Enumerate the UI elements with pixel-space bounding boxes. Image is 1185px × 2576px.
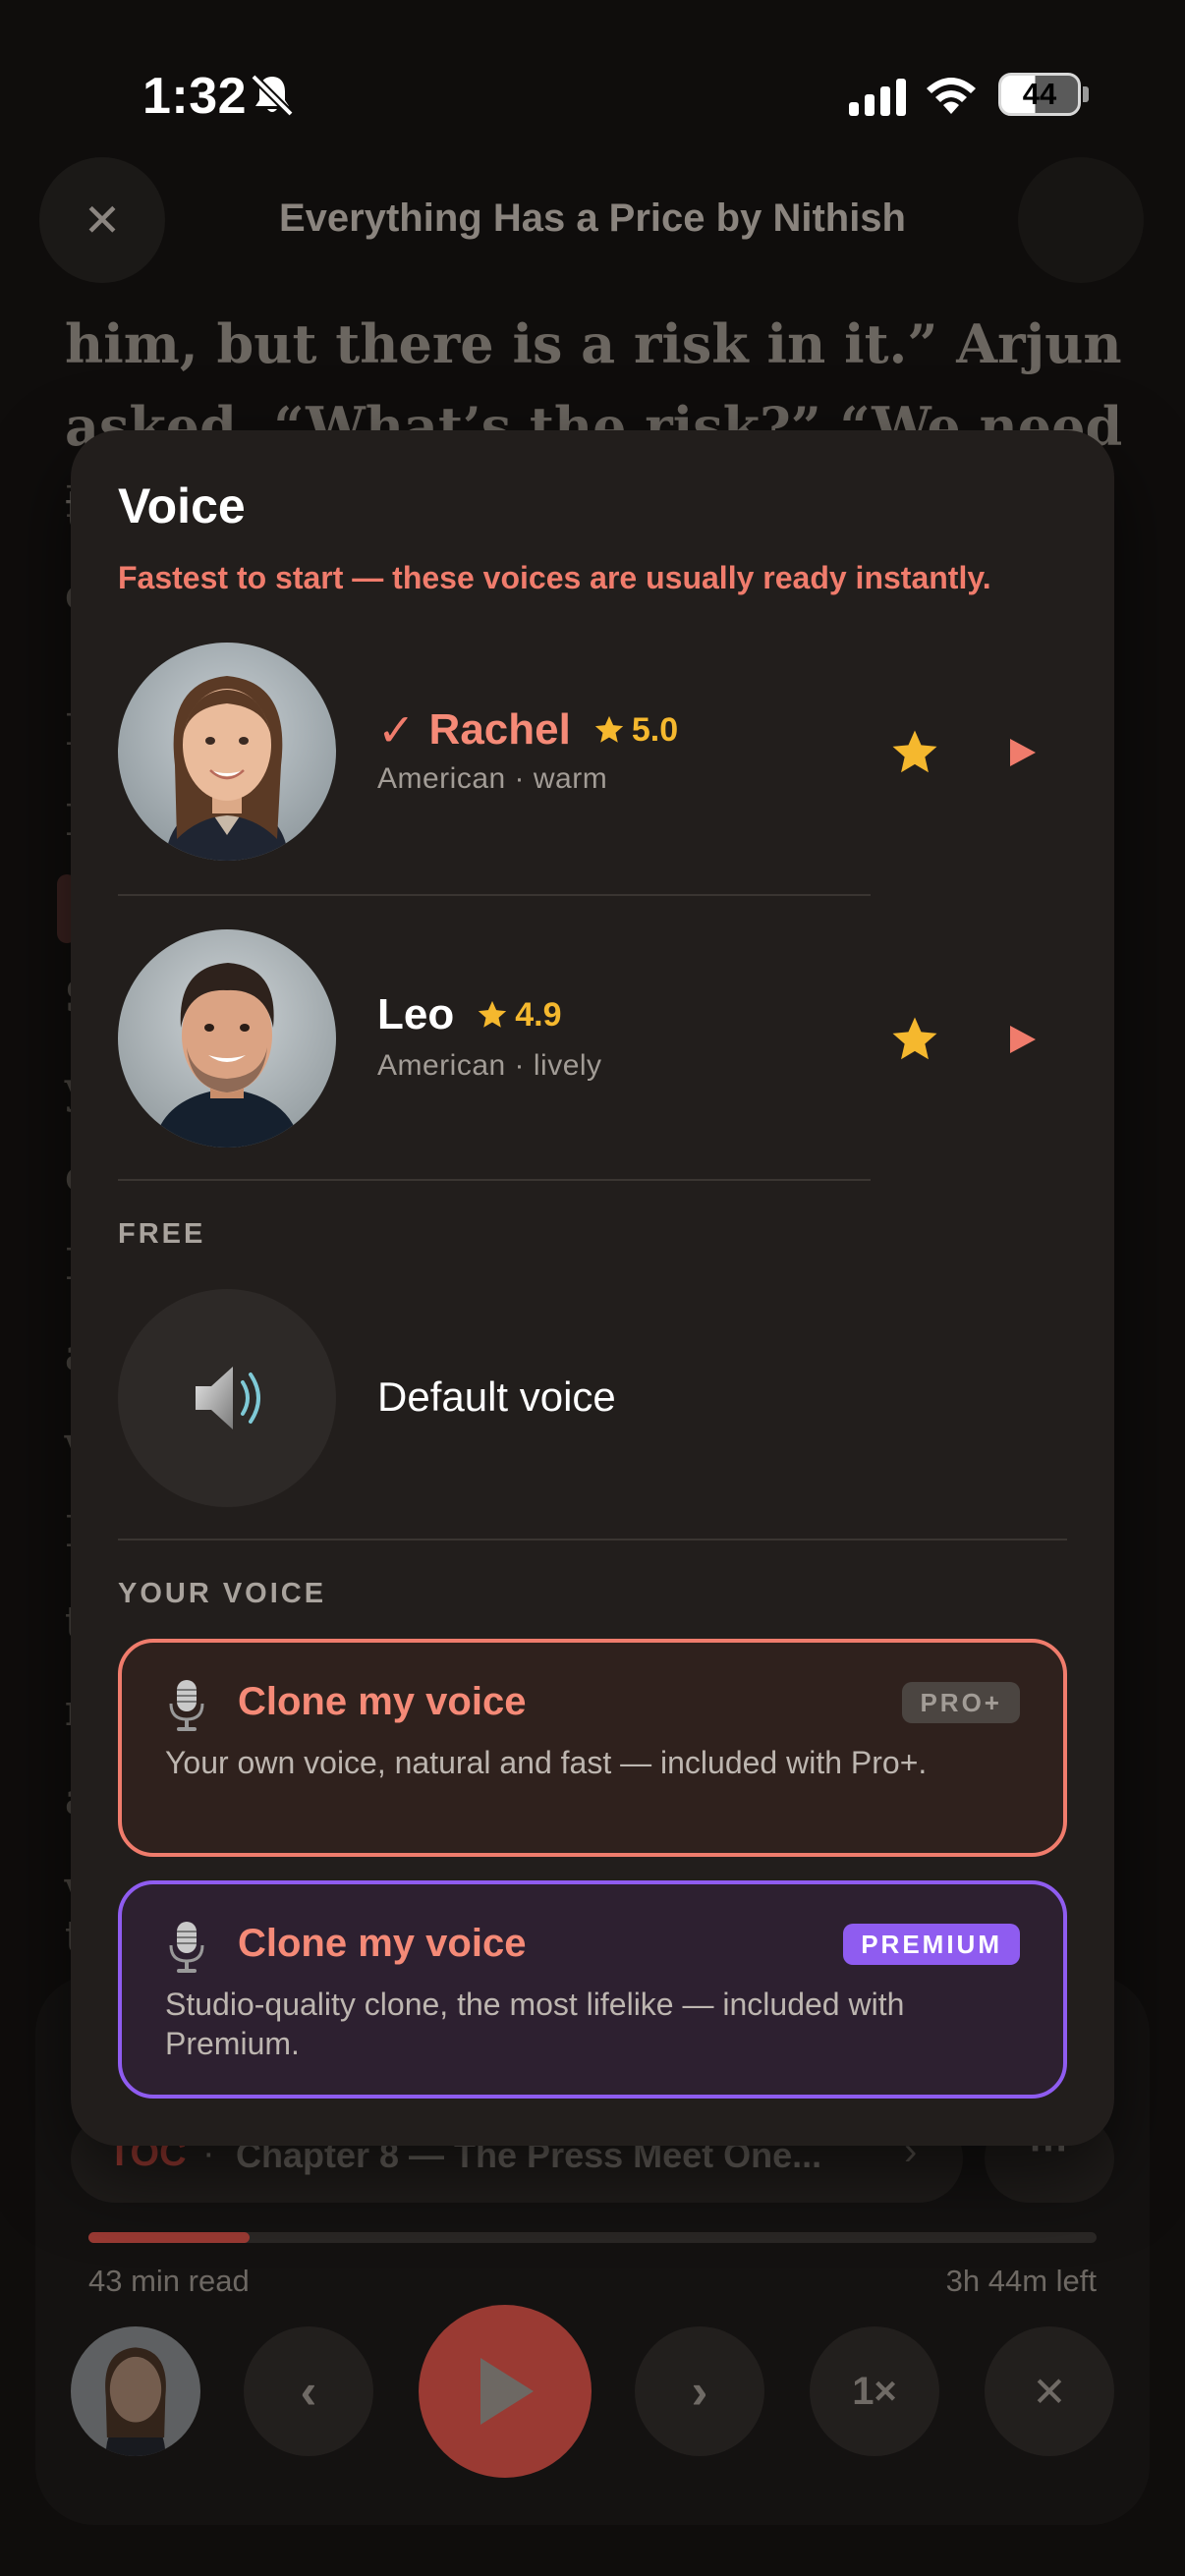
divider	[118, 1539, 1067, 1540]
status-time: 1:32	[142, 68, 248, 125]
star-icon	[479, 1000, 507, 1028]
clone-voice-pro-card[interactable]: Clone my voice PRO+ Your own voice, natu…	[118, 1639, 1067, 1857]
chevron-left-icon: ‹	[300, 2364, 317, 2419]
voice-rating: 5.0	[592, 711, 678, 750]
play-icon[interactable]	[1004, 735, 1040, 770]
default-voice-label[interactable]: Default voice	[377, 1373, 616, 1421]
play-icon[interactable]	[1004, 1022, 1040, 1057]
close-reader-button[interactable]: ✕	[39, 157, 165, 283]
voice-avatar-rachel[interactable]	[118, 643, 336, 861]
battery-cap	[1083, 86, 1089, 102]
status-bar: 1:32 44	[0, 0, 1185, 187]
avatar	[118, 643, 336, 861]
clone-description: Studio-quality clone, the most lifelike …	[165, 1987, 905, 2061]
play-icon	[480, 2358, 534, 2425]
speed-button[interactable]: 1×	[810, 2326, 939, 2456]
next-button[interactable]: ›	[635, 2326, 764, 2456]
speed-label: 1×	[852, 2369, 897, 2413]
section-label-your-voice: YOUR VOICE	[118, 1578, 327, 1609]
battery-level: 44	[1022, 77, 1057, 111]
previous-button[interactable]: ‹	[244, 2326, 373, 2456]
star-icon	[594, 715, 624, 743]
sheet-title: Voice	[118, 478, 246, 533]
favorite-star-icon[interactable]	[888, 726, 941, 779]
clone-description: Your own voice, natural and fast — inclu…	[165, 1745, 928, 1780]
rating-value: 4.9	[515, 995, 562, 1034]
plan-badge-premium: PREMIUM	[843, 1924, 1020, 1965]
wifi-icon	[927, 78, 976, 114]
signal-icon	[849, 77, 906, 116]
divider	[118, 894, 871, 896]
speaker-icon	[196, 1367, 260, 1429]
sheet-subtitle: Fastest to start — these voices are usua…	[118, 560, 991, 595]
clone-voice-premium-card[interactable]: Clone my voice PREMIUM Studio-quality cl…	[118, 1880, 1067, 2099]
divider	[118, 1179, 871, 1181]
voice-title-rachel[interactable]: ✓ Rachel 5.0	[377, 703, 678, 756]
current-voice-avatar[interactable]	[71, 2326, 200, 2456]
play-button[interactable]	[419, 2305, 592, 2478]
book-text-line: him, but there is a risk in it.” Arjun	[65, 312, 1122, 375]
chevron-right-icon: ›	[691, 2364, 708, 2419]
plan-badge-pro: PRO+	[902, 1682, 1020, 1723]
time-left: 3h 44m left	[945, 2264, 1097, 2298]
voice-name: Leo	[377, 990, 455, 1038]
voice-description: American · lively	[377, 1049, 602, 1082]
microphone-icon	[169, 1922, 204, 1973]
voice-name: Rachel	[428, 705, 571, 754]
default-voice-icon-button[interactable]	[118, 1289, 336, 1507]
clone-title: Clone my voice	[238, 1922, 527, 1965]
favorite-star-icon[interactable]	[888, 1013, 941, 1066]
voice-title-leo[interactable]: Leo 4.9	[377, 990, 562, 1039]
close-icon: ✕	[83, 195, 122, 246]
avatar	[118, 929, 336, 1148]
voice-avatar-leo[interactable]	[118, 929, 336, 1148]
rating-value: 5.0	[631, 710, 679, 749]
battery-icon: 44	[998, 73, 1081, 116]
checkmark-icon: ✓	[377, 704, 416, 756]
section-label-free: FREE	[118, 1218, 206, 1250]
bell-slash-icon	[251, 74, 294, 117]
voice-description: American · warm	[377, 762, 608, 795]
avatar	[71, 2326, 200, 2456]
read-time: 43 min read	[88, 2264, 250, 2298]
close-icon: ✕	[1032, 2368, 1067, 2415]
microphone-icon	[169, 1680, 204, 1731]
voice-rating: 4.9	[476, 995, 562, 1035]
reader-menu-button[interactable]	[1018, 157, 1144, 283]
book-title: Everything Has a Price by Nithish	[279, 196, 906, 240]
close-player-button[interactable]: ✕	[985, 2326, 1114, 2456]
progress-fill	[88, 2232, 251, 2243]
clone-title: Clone my voice	[238, 1680, 527, 1723]
